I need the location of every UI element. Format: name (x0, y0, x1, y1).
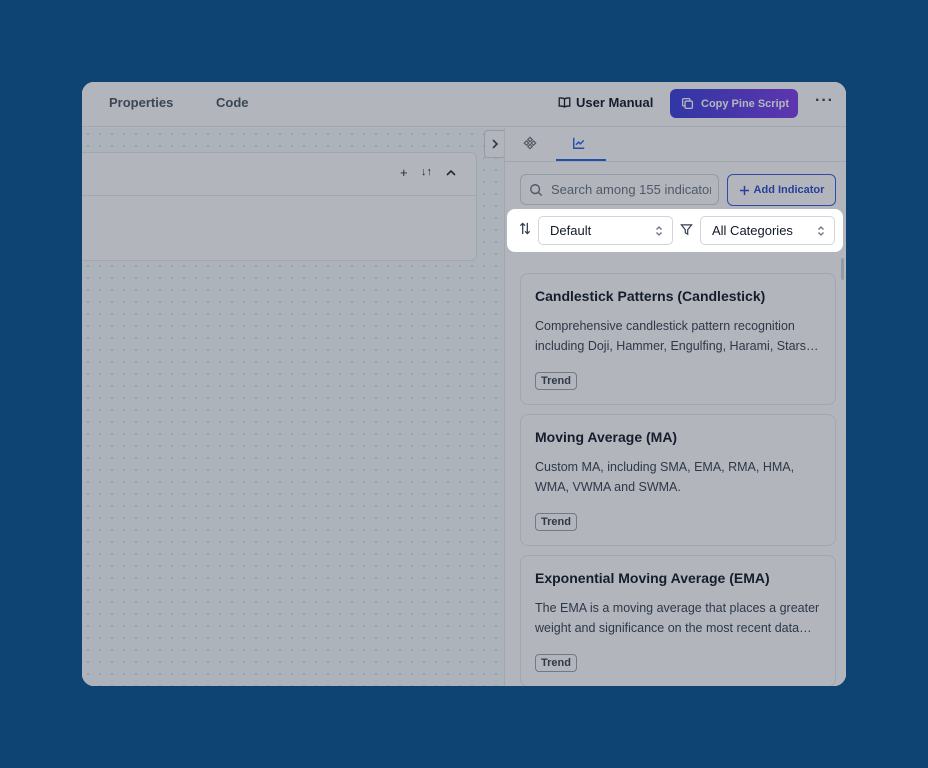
chevron-up-down-icon (656, 226, 662, 236)
sort-select-value: Default (550, 223, 592, 238)
filter-icon (680, 223, 693, 241)
dim-overlay (82, 82, 846, 686)
chevron-up-down-icon (818, 226, 824, 236)
sort-select[interactable]: Default (538, 216, 673, 245)
sort-filter-bar: Default All Categories (507, 209, 843, 252)
sort-icon (519, 222, 531, 238)
category-select[interactable]: All Categories (700, 216, 835, 245)
category-select-value: All Categories (712, 223, 793, 238)
